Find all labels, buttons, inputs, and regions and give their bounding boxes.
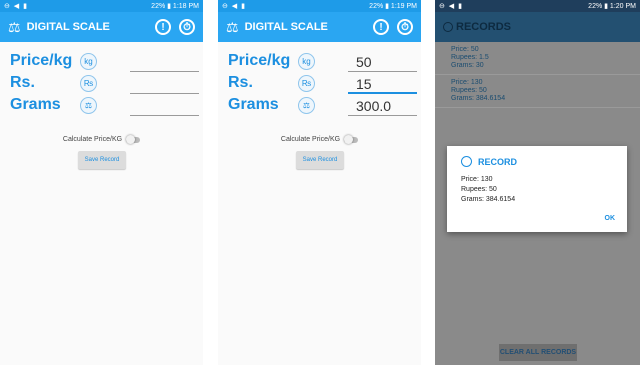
app-bar: ⚖ DIGITAL SCALE ! ⏱ (0, 12, 203, 42)
record-rupees: Rupees: 50 (451, 87, 487, 94)
status-icons: ⊖ ◀ ▮ (4, 3, 28, 10)
status-bar: ⊖ ◀ ▮ 22% ▮ 1:18 PM (0, 0, 203, 12)
record-price: Price: 130 (451, 79, 483, 86)
weight-icon: kg (80, 53, 97, 70)
phone-screen-2: ⊖ ◀ ▮ 22% ▮ 1:19 PM ⚖ DIGITAL SCALE ! ⏱ … (218, 0, 421, 365)
grams-input[interactable] (130, 96, 199, 116)
rs-row: Rs. ₨ (10, 74, 199, 96)
dialog-price: Price: 130 (461, 176, 493, 183)
grams-row: Grams ⚖ 300.0 (228, 96, 417, 118)
calc-toggle-row: Calculate Price/KG (218, 134, 421, 144)
price-label: Price/kg (10, 52, 73, 69)
record-grams: Grams: 30 (451, 62, 484, 69)
scale-icon: ⚖ (80, 97, 97, 114)
timer-icon (443, 22, 453, 32)
rs-label: Rs. (228, 74, 253, 91)
records-title: RECORDS (456, 21, 512, 33)
status-time: 22% ▮ 1:18 PM (151, 3, 199, 10)
record-rupees: Rupees: 1.5 (451, 54, 489, 61)
app-title: DIGITAL SCALE (244, 21, 328, 33)
info-icon[interactable]: ! (155, 19, 171, 35)
calc-toggle-row: Calculate Price/KG (0, 134, 203, 144)
price-row: Price/kg kg 50 (228, 52, 417, 74)
rs-row: Rs. ₨ 15 (228, 74, 417, 96)
status-bar: ⊖ ◀ ▮ 22% ▮ 1:20 PM (435, 0, 640, 12)
weight-icon: kg (298, 53, 315, 70)
dialog-grams: Grams: 384.6154 (461, 196, 516, 203)
status-time: 22% ▮ 1:19 PM (369, 3, 417, 10)
dialog-title-row: RECORD (461, 156, 517, 167)
grams-label: Grams (228, 96, 279, 113)
rs-input[interactable]: 15 (348, 74, 417, 94)
clear-all-records-button[interactable]: CLEAR ALL RECORDS (499, 344, 577, 361)
phone-screen-3: ⊖ ◀ ▮ 22% ▮ 1:20 PM RECORDS Price: 50 Ru… (435, 0, 640, 365)
price-input[interactable] (130, 52, 199, 72)
list-item[interactable]: Price: 50 Rupees: 1.5 Grams: 30 (435, 42, 640, 75)
calc-toggle-switch[interactable] (126, 134, 141, 144)
rs-input[interactable] (130, 74, 199, 94)
status-bar: ⊖ ◀ ▮ 22% ▮ 1:19 PM (218, 0, 421, 12)
price-label: Price/kg (228, 52, 291, 69)
status-icons: ⊖ ◀ ▮ (439, 3, 463, 10)
phone-screen-1: ⊖ ◀ ▮ 22% ▮ 1:18 PM ⚖ DIGITAL SCALE ! ⏱ … (0, 0, 203, 365)
list-item[interactable]: Price: 130 Rupees: 50 Grams: 384.6154 (435, 75, 640, 108)
price-row: Price/kg kg (10, 52, 199, 74)
save-record-button[interactable]: Save Record (78, 151, 126, 169)
scale-icon: ⚖ (8, 18, 21, 35)
save-record-button[interactable]: Save Record (296, 151, 344, 169)
record-grams: Grams: 384.6154 (451, 95, 506, 102)
scale-icon: ⚖ (298, 97, 315, 114)
calc-toggle-label: Calculate Price/KG (280, 136, 341, 143)
coin-icon: ₨ (80, 75, 97, 92)
status-icons: ⊖ ◀ ▮ (222, 3, 246, 10)
timer-icon (461, 156, 472, 167)
dialog-ok-button[interactable]: OK (605, 215, 616, 222)
dialog-title: RECORD (478, 156, 518, 167)
rs-label: Rs. (10, 74, 35, 91)
timer-icon[interactable]: ⏱ (179, 19, 195, 35)
calc-toggle-switch[interactable] (344, 134, 359, 144)
timer-icon[interactable]: ⏱ (397, 19, 413, 35)
app-title: DIGITAL SCALE (26, 21, 110, 33)
price-input[interactable]: 50 (348, 52, 417, 72)
calc-toggle-label: Calculate Price/KG (62, 136, 123, 143)
grams-input[interactable]: 300.0 (348, 96, 417, 116)
info-icon[interactable]: ! (373, 19, 389, 35)
records-app-bar: RECORDS (435, 12, 640, 42)
app-bar: ⚖ DIGITAL SCALE ! ⏱ (218, 12, 421, 42)
grams-row: Grams ⚖ (10, 96, 199, 118)
coin-icon: ₨ (298, 75, 315, 92)
status-time: 22% ▮ 1:20 PM (588, 3, 636, 10)
grams-label: Grams (10, 96, 61, 113)
scale-icon: ⚖ (226, 18, 239, 35)
record-price: Price: 50 (451, 46, 479, 53)
record-dialog: RECORD Price: 130 Rupees: 50 Grams: 384.… (447, 146, 627, 232)
dialog-rupees: Rupees: 50 (461, 186, 497, 193)
